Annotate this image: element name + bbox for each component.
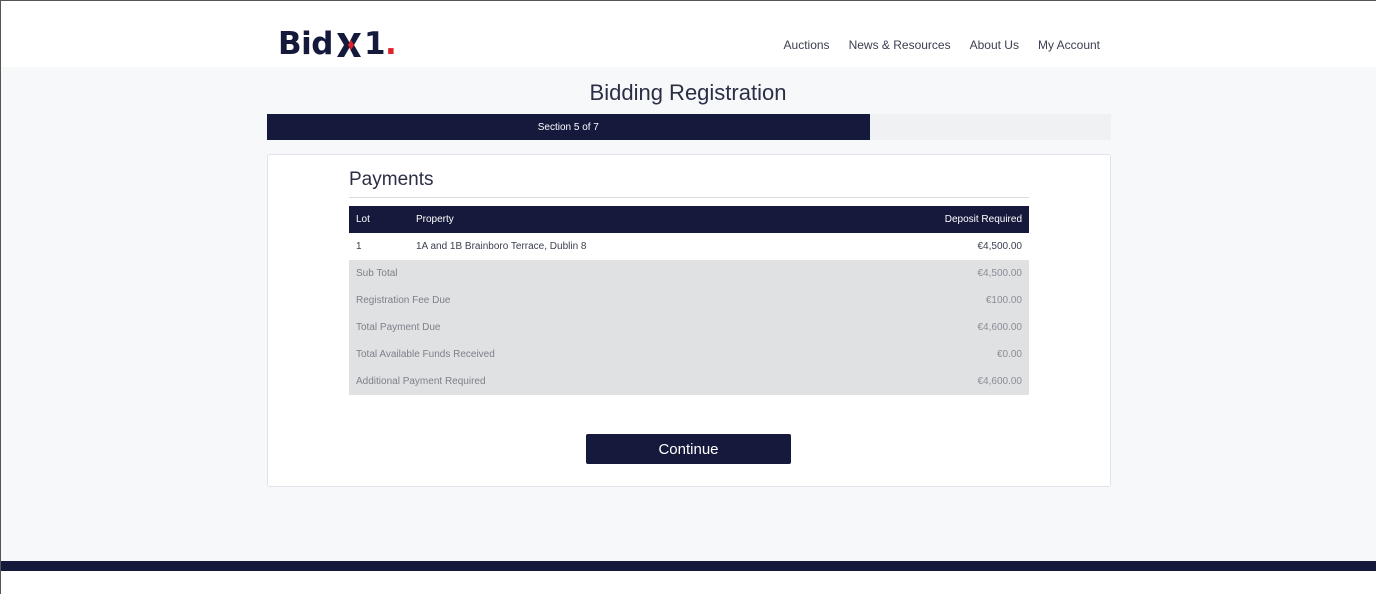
payments-card: Payments Lot Property Deposit Required 1… bbox=[267, 154, 1111, 487]
main-nav: Auctions News & Resources About Us My Ac… bbox=[784, 38, 1100, 52]
summary-row-registration-fee: Registration Fee Due €100.00 bbox=[349, 287, 1029, 314]
payment-summary: Sub Total €4,500.00 Registration Fee Due… bbox=[349, 260, 1029, 395]
summary-label: Additional Payment Required bbox=[356, 376, 486, 387]
footer-area bbox=[1, 571, 1376, 594]
progress-fill: Section 5 of 7 bbox=[267, 114, 870, 140]
page-title: Bidding Registration bbox=[589, 80, 787, 105]
continue-button[interactable]: Continue bbox=[586, 434, 791, 464]
summary-value: €0.00 bbox=[996, 349, 1022, 360]
header-lot: Lot bbox=[356, 214, 370, 225]
site-footer bbox=[1, 561, 1376, 571]
summary-label: Sub Total bbox=[356, 268, 398, 279]
summary-value: €4,500.00 bbox=[977, 268, 1023, 279]
site-header: Bid 1. Auctions News & Resources About U… bbox=[1, 1, 1376, 67]
payments-table: Lot Property Deposit Required 1 1A and 1… bbox=[349, 206, 1029, 395]
progress-bar: Section 5 of 7 bbox=[267, 114, 1111, 140]
nav-my-account[interactable]: My Account bbox=[1038, 38, 1100, 52]
logo-text-left: Bid bbox=[278, 26, 333, 62]
summary-label: Total Payment Due bbox=[356, 322, 441, 333]
summary-row-total-payment: Total Payment Due €4,600.00 bbox=[349, 314, 1029, 341]
summary-value: €4,600.00 bbox=[977, 322, 1023, 333]
nav-about-us[interactable]: About Us bbox=[970, 38, 1019, 52]
summary-label: Registration Fee Due bbox=[356, 295, 451, 306]
table-header: Lot Property Deposit Required bbox=[349, 206, 1029, 233]
summary-value: €100.00 bbox=[985, 295, 1022, 306]
payments-title: Payments bbox=[349, 169, 434, 190]
logo-x-mark-icon bbox=[335, 30, 363, 60]
nav-auctions[interactable]: Auctions bbox=[784, 38, 830, 52]
header-property: Property bbox=[416, 214, 454, 225]
table-row: 1 1A and 1B Brainboro Terrace, Dublin 8 … bbox=[349, 233, 1029, 260]
summary-row-additional-payment: Additional Payment Required €4,600.00 bbox=[349, 368, 1029, 395]
bidx1-logo[interactable]: Bid 1. bbox=[278, 24, 397, 64]
section-divider bbox=[349, 197, 1029, 198]
summary-row-sub-total: Sub Total €4,500.00 bbox=[349, 260, 1029, 287]
summary-row-funds-received: Total Available Funds Received €0.00 bbox=[349, 341, 1029, 368]
row-lot: 1 bbox=[356, 241, 362, 252]
progress-label: Section 5 of 7 bbox=[537, 121, 599, 133]
summary-value: €4,600.00 bbox=[977, 376, 1023, 387]
logo-text-right: 1 bbox=[363, 26, 386, 62]
row-property: 1A and 1B Brainboro Terrace, Dublin 8 bbox=[416, 241, 587, 252]
header-deposit: Deposit Required bbox=[944, 214, 1022, 225]
row-deposit: €4,500.00 bbox=[977, 241, 1023, 252]
summary-label: Total Available Funds Received bbox=[356, 349, 495, 360]
nav-news-resources[interactable]: News & Resources bbox=[849, 38, 951, 52]
logo-dot: . bbox=[385, 26, 397, 62]
